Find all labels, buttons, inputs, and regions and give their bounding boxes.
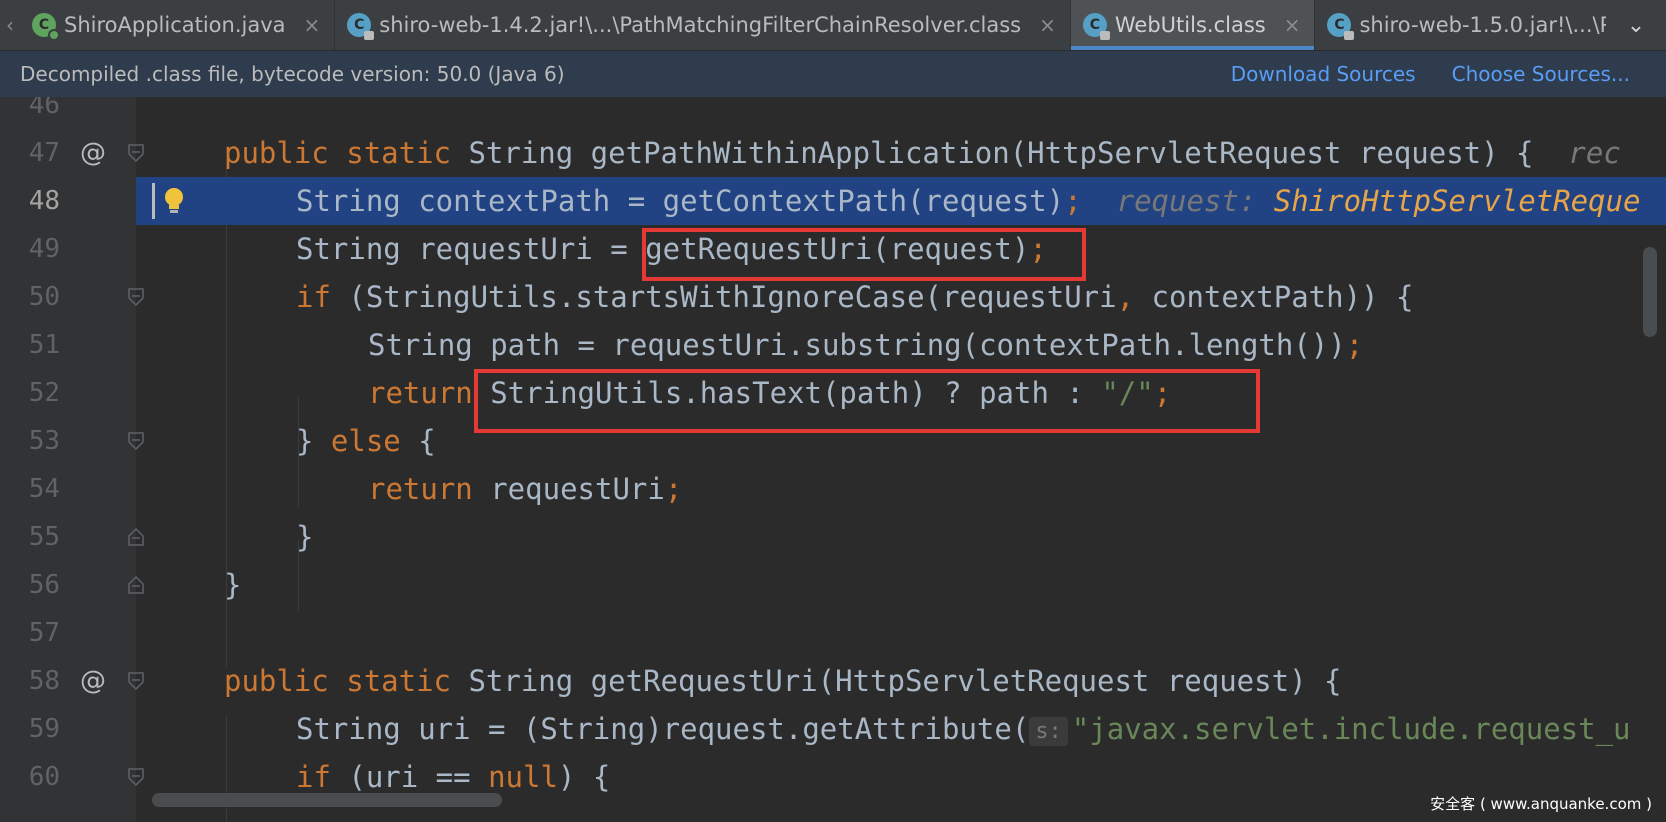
parameter-hint: s: xyxy=(1029,716,1068,746)
code-text: String path = requestUri.substring(conte… xyxy=(368,328,1364,362)
line-number: 53 xyxy=(28,426,60,456)
class-icon: C xyxy=(347,13,375,40)
code-text: } xyxy=(224,568,242,602)
lock-icon xyxy=(1099,31,1110,40)
code-text: if (uri == null) { xyxy=(296,760,611,794)
code-text: public static String getRequestUri(HttpS… xyxy=(224,664,1342,698)
code-editor[interactable]: 46 47 @ public static String getPathWith… xyxy=(0,97,1666,822)
code-line: 51 String path = requestUri.substring(co… xyxy=(0,321,1666,369)
fold-open-icon[interactable] xyxy=(128,432,144,450)
fold-close-icon[interactable] xyxy=(128,528,144,546)
code-line: 58 @ public static String getRequestUri(… xyxy=(0,657,1666,705)
inline-hint: rec xyxy=(1568,136,1621,170)
override-marker-icon[interactable]: @ xyxy=(80,138,106,168)
line-number: 58 xyxy=(28,666,60,696)
line-number: 54 xyxy=(28,474,60,504)
class-icon: C xyxy=(1082,13,1110,40)
tab-label: ShiroApplication.java xyxy=(64,13,286,37)
fold-open-icon[interactable] xyxy=(128,144,144,162)
class-icon: C xyxy=(1327,13,1355,40)
fold-close-icon[interactable] xyxy=(128,576,144,594)
code-text: } else { xyxy=(296,424,436,458)
close-icon[interactable]: × xyxy=(304,13,321,37)
editor-tab-bar: ‹ C ShiroApplication.java × C shiro-web-… xyxy=(0,0,1666,51)
tab-label: WebUtils.class xyxy=(1114,13,1266,37)
decompiled-banner: Decompiled .class file, bytecode version… xyxy=(0,51,1666,97)
override-marker-icon[interactable]: @ xyxy=(80,666,106,696)
inline-hint-value: ShiroHttpServletReque xyxy=(1273,184,1641,218)
line-number: 52 xyxy=(28,378,60,408)
line-number: 59 xyxy=(28,714,60,744)
horizontal-scrollbar[interactable] xyxy=(152,793,502,807)
annotation-box-hastext xyxy=(474,369,1260,433)
choose-sources-link[interactable]: Choose Sources... xyxy=(1452,62,1630,86)
lock-icon xyxy=(364,31,375,40)
line-number: 57 xyxy=(28,618,60,648)
tab-label: shiro-web-1.4.2.jar!\...\PathMatchingFil… xyxy=(379,13,1022,37)
inline-hint: request: xyxy=(1116,184,1257,218)
tab-shiro-application[interactable]: C ShiroApplication.java × xyxy=(20,0,336,50)
banner-message: Decompiled .class file, bytecode version… xyxy=(20,62,565,86)
lock-icon xyxy=(1344,31,1355,40)
text-caret xyxy=(152,183,155,219)
code-text: } xyxy=(296,520,314,554)
download-sources-link[interactable]: Download Sources xyxy=(1231,62,1416,86)
code-line: 57 xyxy=(0,609,1666,657)
code-text: public static String getPathWithinApplic… xyxy=(224,136,1621,170)
chevron-down-icon[interactable]: ⌄ xyxy=(1606,0,1666,50)
code-line: 54 return requestUri; xyxy=(0,465,1666,513)
line-number: 49 xyxy=(28,234,60,264)
code-line: 47 @ public static String getPathWithinA… xyxy=(0,129,1666,177)
watermark: 安全客 ( www.anquanke.com ) xyxy=(1430,795,1652,813)
fold-open-icon[interactable] xyxy=(128,672,144,690)
tab-label: shiro-web-1.5.0.jar!\...\Path xyxy=(1359,13,1646,37)
line-number: 47 xyxy=(28,138,60,168)
line-number: 48 xyxy=(28,186,60,216)
close-icon[interactable]: × xyxy=(1284,13,1301,37)
fold-open-icon[interactable] xyxy=(128,768,144,786)
code-line: 56 } xyxy=(0,561,1666,609)
code-line: 46 xyxy=(0,97,1666,129)
tab-scroll-left-icon[interactable]: ‹ xyxy=(0,0,20,50)
code-line: 59 String uri = (String)request.getAttri… xyxy=(0,705,1666,753)
tab-webutils[interactable]: C WebUtils.class × xyxy=(1070,0,1316,50)
code-text: String contextPath = getContextPath(requ… xyxy=(296,184,1641,218)
line-number: 51 xyxy=(28,330,60,360)
line-number: 55 xyxy=(28,522,60,552)
line-number: 50 xyxy=(28,282,60,312)
code-text: return requestUri; xyxy=(368,472,683,506)
tab-path-matching-filter-chain-resolver[interactable]: C shiro-web-1.4.2.jar!\...\PathMatchingF… xyxy=(335,0,1071,50)
code-text: if (StringUtils.startsWithIgnoreCase(req… xyxy=(296,280,1414,314)
code-line: 55 } xyxy=(0,513,1666,561)
lightbulb-icon[interactable] xyxy=(163,187,185,219)
annotation-box-getrequesturi xyxy=(642,228,1086,281)
line-number: 56 xyxy=(28,570,60,600)
java-app-icon: C xyxy=(32,13,60,41)
vertical-scrollbar[interactable] xyxy=(1643,247,1657,337)
line-number: 60 xyxy=(28,762,60,792)
fold-open-icon[interactable] xyxy=(128,288,144,306)
code-line: 48 String contextPath = getContextPath(r… xyxy=(0,177,1666,225)
line-number: 46 xyxy=(28,97,60,120)
close-icon[interactable]: × xyxy=(1039,13,1056,37)
code-text: String uri = (String)request.getAttribut… xyxy=(296,712,1631,746)
